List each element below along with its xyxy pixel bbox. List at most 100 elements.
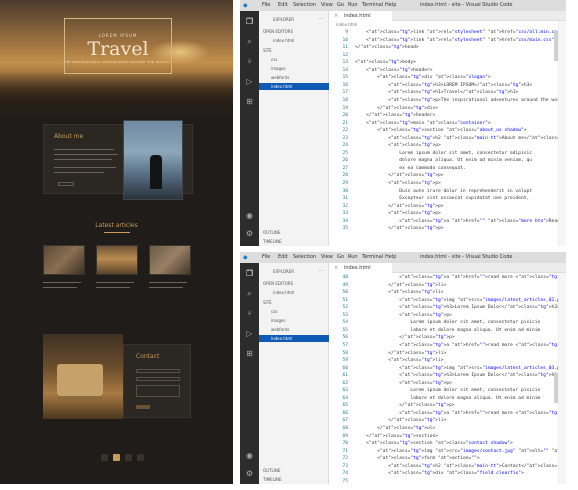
code-line[interactable]: <"at">class="tg">li> [355,357,443,365]
scrollbar-thumb[interactable] [554,373,558,403]
code-area[interactable]: 48 <"at">class="tg">a "at">href="">read … [330,274,566,484]
code-line[interactable]: <"at">class="tg">h2 "at">class="main-tt"… [355,463,566,471]
timeline-section[interactable]: TIMELINE [263,477,282,482]
menu-view[interactable]: View [321,2,333,9]
folder-webfonts[interactable]: webfonts [271,75,289,80]
selected-file-row[interactable] [259,83,329,90]
site-folder[interactable]: SITE [263,48,272,53]
code-line[interactable]: </"at">class="tg">p> [355,402,454,410]
timeline-section[interactable]: TIMELINE [263,239,282,244]
minimap[interactable] [558,21,566,246]
account-icon[interactable]: ◉ [245,451,254,460]
minimap[interactable] [558,273,566,484]
code-line[interactable]: </"at">class="tg">p> [355,203,443,211]
code-line[interactable]: <"at">class="tg">p> [355,312,452,320]
code-line[interactable]: Lorem ipsum dolor sit amet, consectetur … [355,387,540,395]
menu-file[interactable]: File [262,254,270,261]
more-actions-icon[interactable]: ··· [319,268,323,273]
outline-section[interactable]: OUTLINE [263,230,280,235]
site-folder[interactable]: SITE [263,300,272,305]
open-editor-item[interactable]: index.html [273,290,294,295]
menu-run[interactable]: Run [348,254,358,261]
code-line[interactable]: </"at">class="tg">p> [355,225,443,233]
article-thumb-owl[interactable] [149,245,191,275]
code-area[interactable]: 9 <"at">class="tg">link "at">rel="styles… [330,29,566,244]
code-line[interactable]: <"at">class="tg">a "at">href="">read mor… [355,410,566,418]
explorer-icon[interactable]: ❐ [245,17,254,26]
close-icon[interactable]: × [334,263,338,273]
code-line[interactable]: <"at">class="tg">form "at">action=""> [355,455,479,463]
menu-selection[interactable]: Selection [293,2,316,9]
code-line[interactable]: </"at">class="tg">ul> [355,425,435,433]
code-line[interactable]: Lorem ipsum dolor sit amet, consectetur … [355,150,532,158]
article-thumb-landscape[interactable] [96,245,138,275]
folder-css[interactable]: css [271,57,277,62]
twitter-icon[interactable] [113,454,120,461]
code-line[interactable]: ex ea commodo consequat. [355,165,465,173]
code-line[interactable]: Duis aute irure dolor in reprehenderit i… [355,188,532,196]
code-line[interactable]: <"at">class="tg">p> [355,380,452,388]
source-control-icon[interactable]: ⑂ [245,309,254,318]
menu-help[interactable]: Help [385,254,396,261]
selected-file-row[interactable] [259,335,329,342]
tab-index-html[interactable]: × index.html [330,263,392,273]
code-line[interactable]: <"at">class="tg">a "at">href="">read mor… [355,342,566,350]
menu-run[interactable]: Run [348,2,358,9]
menu-terminal[interactable]: Terminal [362,2,383,9]
folder-images[interactable]: images [271,318,286,323]
article-thumb-eagle[interactable] [43,245,85,275]
code-line[interactable]: <"at">class="tg">header> [355,67,432,75]
code-line[interactable]: <"at">class="tg">h3>Lorem Ipsum Dolor</"… [355,372,560,380]
code-line[interactable]: Lorem ipsum dolor sit amet, consectetur … [355,319,540,327]
instagram-icon[interactable] [125,454,132,461]
tab-index-html[interactable]: × index.html [330,11,392,21]
menu-help[interactable]: Help [385,2,396,9]
code-line[interactable]: <"at">class="tg">p> [355,210,441,218]
code-line[interactable]: </"at">class="tg">li> [355,282,446,290]
code-line[interactable]: <"at">class="tg">h3>LOREM IPSUM</"at">cl… [355,82,532,90]
menu-file[interactable]: File [262,2,270,9]
file-index-html[interactable]: index.html [271,84,292,89]
more-actions-icon[interactable]: ··· [319,16,323,21]
pinterest-icon[interactable] [137,454,144,461]
menu-go[interactable]: Go [337,2,344,9]
code-line[interactable]: </"at">class="tg">section> [355,433,438,441]
open-editor-item[interactable]: index.html [273,38,294,43]
folder-images[interactable]: images [271,66,286,71]
menu-selection[interactable]: Selection [293,254,316,261]
breadcrumb[interactable]: index.html [336,22,357,27]
code-line[interactable]: <"at">class="tg">h1>Travel</"at">class="… [355,89,518,97]
code-line[interactable]: Excepteur sint occaecat cupidatat non pr… [355,195,529,203]
code-line[interactable]: <"at">class="tg">img "at">src="images/co… [355,448,566,456]
file-index-html[interactable]: index.html [271,336,292,341]
menu-edit[interactable]: Edit [278,2,288,9]
account-icon[interactable]: ◉ [245,211,254,220]
code-line[interactable]: <"at">class="tg">section "at">class="abo… [355,127,526,135]
folder-webfonts[interactable]: webfonts [271,327,289,332]
search-icon[interactable]: ⌕ [245,289,254,298]
send-button[interactable] [136,405,150,409]
folder-css[interactable]: css [271,309,277,314]
menu-terminal[interactable]: Terminal [362,254,383,261]
code-line[interactable]: <"at">class="tg">main "at">class="contai… [355,120,491,128]
code-line[interactable]: </"at">class="tg">head> [355,44,419,52]
outline-section[interactable]: OUTLINE [263,468,280,473]
code-line[interactable]: </"at">class="tg">li> [355,350,446,358]
open-editors-section[interactable]: OPEN EDITORS [263,29,293,34]
code-line[interactable]: <"at">class="tg">li> [355,289,443,297]
code-line[interactable]: </"at">class="tg">p> [355,334,454,342]
code-line[interactable]: </"at">class="tg">div> [355,105,438,113]
menu-go[interactable]: Go [337,254,344,261]
scrollbar-thumb[interactable] [554,31,558,61]
code-line[interactable]: <"at">class="tg">section "at">class="con… [355,440,513,448]
source-control-icon[interactable]: ⑂ [245,57,254,66]
run-debug-icon[interactable]: ▷ [245,329,254,338]
code-line[interactable]: <"at">class="tg">div "at">class="slogan"… [355,74,491,82]
code-line[interactable]: <"at">class="tg">img "at">src="images/la… [355,297,566,305]
code-line[interactable]: <"at">class="tg">h3>Lorem Ipsum Dolor</"… [355,304,560,312]
run-debug-icon[interactable]: ▷ [245,77,254,86]
extensions-icon[interactable]: ⊞ [245,349,254,358]
settings-gear-icon[interactable]: ⚙ [245,469,254,478]
code-line[interactable]: </"at">class="tg">header> [355,112,435,120]
code-line[interactable]: </"at">class="tg">li> [355,417,446,425]
